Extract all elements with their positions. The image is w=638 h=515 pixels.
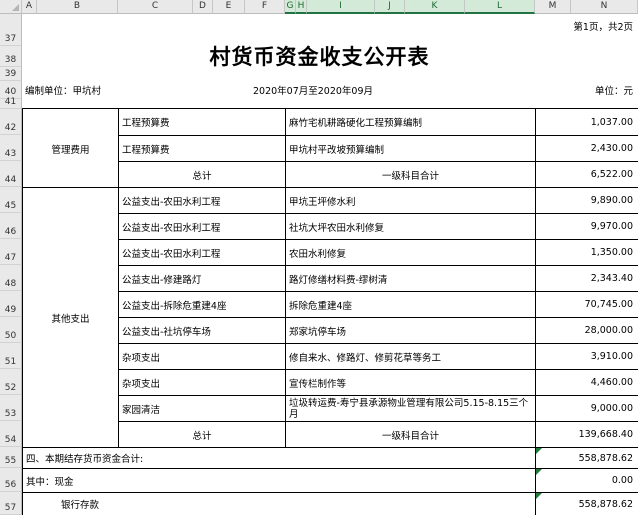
column-header-i[interactable]: I [307,0,375,14]
total-amount[interactable]: 139,668.40 [536,422,638,447]
row-header-52[interactable]: 52 [0,369,22,395]
column-header-n[interactable]: N [571,0,638,14]
item-cell[interactable]: 公益支出-社坑停车场 [119,318,285,343]
column-header-a[interactable]: A [22,0,37,14]
description-cell[interactable]: 甲坑王坪修水利 [286,188,535,213]
column-header-e[interactable]: E [213,0,245,14]
amount-cell[interactable]: 9,970.00 [536,214,638,239]
balance-amount[interactable]: 558,878.62 [536,448,638,468]
item-cell[interactable]: 工程预算费 [119,136,285,161]
amount-cell[interactable]: 70,745.00 [536,292,638,317]
item-cell[interactable]: 公益支出-修建路灯 [119,266,285,291]
total-label[interactable]: 总计 [119,422,285,447]
amount-cell[interactable]: 9,890.00 [536,188,638,213]
row-header-39[interactable]: 39 [0,67,22,81]
amount-cell[interactable]: 4,460.00 [536,370,638,395]
row-header-56[interactable]: 56 [0,468,22,492]
row-header-44[interactable]: 44 [0,161,22,187]
total-description[interactable]: 一级科目合计 [286,162,535,187]
amount-cell[interactable]: 1,037.00 [536,109,638,135]
compiling-unit: 编制单位：甲坑村 [25,86,102,97]
description-cell[interactable]: 拆除危重建4座 [286,292,535,317]
item-cell[interactable]: 公益支出-农田水利工程 [119,214,285,239]
column-header-b[interactable]: B [37,0,118,14]
row-header-50[interactable]: 50 [0,317,22,343]
column-header-d[interactable]: D [193,0,213,14]
cash-label[interactable]: 其中：现金 [23,469,535,492]
bank-label[interactable]: 银行存款 [23,493,535,515]
description-cell[interactable]: 修自来水、修路灯、修剪花草等务工 [286,344,535,369]
column-header-h[interactable]: H [296,0,307,14]
number-as-text-indicator-icon [536,469,542,475]
cash-amount[interactable]: 0.00 [536,469,638,492]
item-cell[interactable]: 公益支出-农田水利工程 [119,240,285,265]
amount-cell[interactable]: 2,343.40 [536,266,638,291]
report-title: 村货币资金收支公开表 [209,44,430,69]
row-header-37[interactable]: 37 [0,14,22,46]
column-header-g[interactable]: G [285,0,296,14]
row-header-46[interactable]: 46 [0,213,22,239]
column-header-k[interactable]: K [405,0,465,14]
row-header-38[interactable]: 38 [0,46,22,67]
row-header-54[interactable]: 54 [0,421,22,447]
row-header-42[interactable]: 42 [0,109,22,135]
column-header-m[interactable]: M [535,0,571,14]
total-amount[interactable]: 6,522.00 [536,162,638,187]
column-header-f[interactable]: F [245,0,285,14]
amount-cell[interactable]: 3,910.00 [536,344,638,369]
bank-amount[interactable]: 558,878.62 [536,493,638,515]
currency-unit: 单位：元 [594,86,633,97]
row-header-55[interactable]: 55 [0,447,22,468]
number-as-text-indicator-icon [536,448,542,454]
description-cell[interactable]: 农田水利修复 [286,240,535,265]
row-header-51[interactable]: 51 [0,343,22,369]
item-cell[interactable]: 公益支出-农田水利工程 [119,188,285,213]
row-header-53[interactable]: 53 [0,395,22,421]
row-header-57[interactable]: 57 [0,492,22,515]
row-header-49[interactable]: 49 [0,291,22,317]
row-header-43[interactable]: 43 [0,135,22,161]
description-cell[interactable]: 社坑大坪农田水利修复 [286,214,535,239]
group-label-other[interactable]: 其他支出 [23,305,118,330]
row-header-45[interactable]: 45 [0,187,22,213]
description-cell[interactable]: 郑家坑停车场 [286,318,535,343]
amount-cell[interactable]: 1,350.00 [536,240,638,265]
total-label[interactable]: 总计 [119,162,285,187]
column-header-l[interactable]: L [465,0,535,14]
row-header-47[interactable]: 47 [0,239,22,265]
row-header-48[interactable]: 48 [0,265,22,291]
item-cell[interactable]: 家园清洁 [119,396,285,421]
description-cell[interactable]: 宣传栏制作等 [286,370,535,395]
total-description[interactable]: 一级科目合计 [286,422,535,447]
select-all-corner[interactable] [0,0,22,14]
item-cell[interactable]: 杂项支出 [119,370,285,395]
page-info: 第1页，共2页 [573,22,633,33]
description-cell[interactable]: 垃圾转运费-寿宁县承源物业管理有限公司5.15-8.15三个月 [286,396,535,421]
number-as-text-indicator-icon [536,493,542,499]
description-cell[interactable]: 甲坑村平改坡预算编制 [286,136,535,161]
amount-cell[interactable]: 9,000.00 [536,396,638,421]
column-header-c[interactable]: C [118,0,193,14]
balance-label[interactable]: 四、本期结存货币资金合计: [23,448,535,468]
row-header-41[interactable]: 41 [0,97,22,109]
item-cell[interactable]: 杂项支出 [119,344,285,369]
item-cell[interactable]: 工程预算费 [119,109,285,135]
amount-cell[interactable]: 2,430.00 [536,136,638,161]
group-label-admin[interactable]: 管理费用 [23,136,118,161]
report-period: 2020年07月至2020年09月 [252,86,374,97]
column-header-j[interactable]: J [375,0,405,14]
item-cell[interactable]: 公益支出-拆除危重建4座 [119,292,285,317]
description-cell[interactable]: 麻竹宅机耕路硬化工程预算编制 [286,109,535,135]
description-cell[interactable]: 路灯修缮材料费-缪树清 [286,266,535,291]
amount-cell[interactable]: 28,000.00 [536,318,638,343]
